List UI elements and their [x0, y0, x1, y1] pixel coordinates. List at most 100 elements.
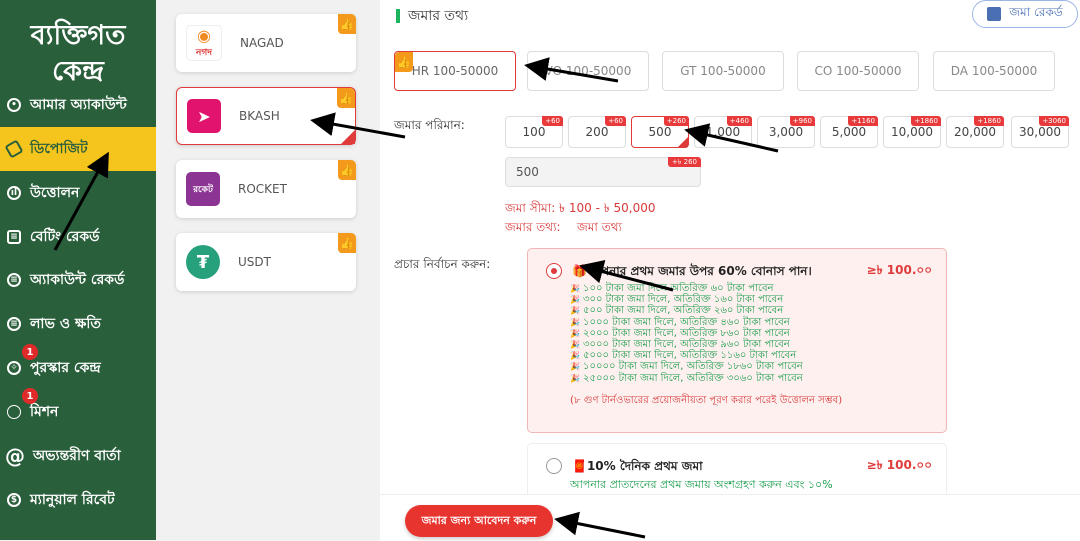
amount-input[interactable]: 500 +৳ 260: [505, 157, 701, 187]
amount-bonus-badge: +1860: [974, 116, 1004, 126]
notification-badge: 1: [22, 388, 38, 404]
promo-description: আপনার প্রাতদেনের প্রথম জমায় অংশগ্রহণ কর…: [570, 478, 833, 491]
sidebar-item-betting-record[interactable]: ≡ বেটিং রেকর্ড: [0, 215, 156, 259]
bkash-logo-icon: ➤: [187, 99, 221, 133]
deposit-info-value: জমা তথ্য: [577, 220, 622, 234]
amount-value: 10,000: [891, 125, 933, 139]
mission-icon: [7, 405, 21, 419]
selected-check-icon: [678, 137, 688, 147]
nagad-logo-text: নগদ: [196, 48, 212, 58]
deposit-icon: [4, 139, 24, 159]
payment-bkash[interactable]: ➤ BKASH 👍: [176, 87, 356, 145]
channel-co[interactable]: CO 100-50000: [797, 51, 919, 91]
channel-label: HR 100-50000: [411, 64, 499, 78]
deposit-record-button[interactable]: জমা রেকর্ড: [972, 0, 1078, 28]
promo-line: ৩০০০ টাকা জমা দিলে, অতিরিক্ত ৯৬০ টাকা পা…: [570, 339, 803, 350]
channel-da[interactable]: DA 100-50000: [933, 51, 1055, 91]
sidebar-item-reward-center[interactable]: ✧ পুরস্কার কেন্দ্র 1: [0, 344, 156, 390]
reward-icon: ✧: [7, 361, 21, 375]
sidebar-item-label: আমার অ্যাকাউন্ট: [30, 97, 127, 113]
promo-line: ৫০০ টাকা জমা দিলে, অতিরিক্ত ২৬০ টাকা পাব…: [570, 305, 803, 316]
amount-option[interactable]: 500 +260: [631, 116, 689, 148]
payment-rocket[interactable]: রকেট ROCKET 👍: [176, 160, 356, 218]
amount-bonus-badge: +1860: [911, 116, 941, 126]
sidebar-item-label: ম্যানুয়াল রিবেট: [30, 492, 115, 508]
channel-vo[interactable]: VO 100-50000: [527, 51, 649, 91]
amount-bonus-badge: +60: [542, 116, 563, 126]
channel-label: CO 100-50000: [814, 64, 902, 78]
sidebar-item-mission[interactable]: মিশন 1: [0, 388, 156, 434]
sidebar-item-label: অভ্যন্তরীণ বার্তা: [33, 448, 121, 464]
sidebar-item-label: পুরস্কার কেন্দ্র: [30, 360, 101, 376]
amount-option[interactable]: 30,000 +3060: [1011, 116, 1069, 148]
hot-icon: 👍: [337, 88, 355, 108]
promo-radio[interactable]: [546, 458, 562, 474]
sidebar-item-label: ডিপোজিট: [30, 141, 88, 157]
deposit-info-label: জমার তথ্য:: [505, 220, 561, 234]
channel-label: GT 100-50000: [680, 64, 766, 78]
sidebar-item-manual-rebate[interactable]: $ ম্যানুয়াল রিবেট: [0, 478, 156, 522]
section-title: জমার তথ্য: [408, 8, 469, 24]
promo-min-amount: ≥৳ 100.০০: [866, 458, 932, 472]
amount-value: 20,000: [954, 125, 996, 139]
hot-icon: 👍: [338, 160, 356, 180]
amount-input-bonus: +৳ 260: [668, 157, 701, 167]
promo-radio[interactable]: [546, 263, 562, 279]
notification-badge: 1: [22, 344, 38, 360]
promo-line: ১০০ টাকা জমা দিলে অতিরিক্ত ৬০ টাকা পাবেন: [570, 283, 803, 294]
amount-option[interactable]: 1,000 +460: [694, 116, 752, 148]
withdraw-icon: ıl: [7, 186, 21, 200]
amount-bonus-badge: +60: [605, 116, 626, 126]
amount-option[interactable]: 200 +60: [568, 116, 626, 148]
amount-option[interactable]: 100 +60: [505, 116, 563, 148]
channel-hr[interactable]: 👍 HR 100-50000: [394, 51, 516, 91]
amount-option[interactable]: 5,000 +1160: [820, 116, 878, 148]
sidebar: ব্যক্তিগত কেন্দ্র • আমার অ্যাকাউন্ট ডিপো…: [0, 0, 156, 540]
amount-bonus-badge: +3060: [1039, 116, 1069, 126]
payment-nagad[interactable]: ◉ নগদ NAGAD 👍: [176, 14, 356, 72]
sidebar-item-label: লাভ ও ক্ষতি: [30, 316, 101, 332]
amount-option[interactable]: 20,000 +1860: [946, 116, 1004, 148]
amount-value: 200: [585, 125, 609, 139]
promo-option-first-deposit[interactable]: 🎁আপনার প্রথম জমার উপর 60% বোনাস পান। ≥৳ …: [527, 248, 947, 433]
amount-label: জমার পরিমান:: [394, 118, 465, 132]
rebate-icon: $: [7, 493, 21, 507]
promo-line: ২৫০০০ টাকা জমা দিলে, অতিরিক্ত ৩০৬০ টাকা …: [570, 373, 803, 384]
sidebar-item-label: মিশন: [30, 404, 59, 420]
sidebar-item-label: উত্তোলন: [30, 185, 80, 201]
promo-note: (৮ গুণ টার্নওভারের প্রয়োজনীয়তা পূরণ কর…: [570, 395, 843, 406]
amount-value: 3,000: [768, 125, 804, 139]
promo-label: প্রচার নির্বাচন করুন:: [394, 257, 491, 271]
section-header: জমার তথ্য: [396, 4, 468, 28]
sidebar-item-deposit[interactable]: ডিপোজিট: [0, 127, 156, 171]
account-record-icon: ≡: [7, 273, 21, 287]
amount-input-value: 500: [516, 165, 539, 179]
sidebar-item-account-record[interactable]: ≡ অ্যাকাউন্ট রেকর্ড: [0, 258, 156, 302]
amount-value: 100: [522, 125, 546, 139]
sidebar-item-profit-loss[interactable]: ≡ লাভ ও ক্ষতি: [0, 302, 156, 346]
payment-name: USDT: [238, 255, 271, 269]
amount-value: 30,000: [1019, 125, 1061, 139]
submit-deposit-button[interactable]: জমার জন্য আবেদন করুন: [405, 505, 553, 537]
sidebar-item-withdraw[interactable]: ıl উত্তোলন: [0, 171, 156, 215]
sidebar-title: ব্যক্তিগত কেন্দ্র: [0, 0, 156, 88]
amount-option[interactable]: 3,000 +960: [757, 116, 815, 148]
channel-gt[interactable]: GT 100-50000: [662, 51, 784, 91]
account-icon: •: [7, 98, 21, 112]
channel-label: VO 100-50000: [544, 64, 632, 78]
payment-name: NAGAD: [240, 36, 284, 50]
betting-record-icon: ≡: [7, 230, 21, 244]
sidebar-item-account[interactable]: • আমার অ্যাকাউন্ট: [0, 83, 156, 127]
promo-line: ৫০০০ টাকা জমা দিলে, অতিরিক্ত ১১৬০ টাকা প…: [570, 350, 803, 361]
amount-value: 500: [648, 125, 672, 139]
hot-icon: 👍: [395, 52, 413, 72]
payment-usdt[interactable]: ₮ USDT 👍: [176, 233, 356, 291]
bottom-bar: জমার জন্য আবেদন করুন: [380, 494, 1080, 541]
section-marker: [396, 9, 400, 23]
amount-bonus-badge: +460: [726, 116, 752, 126]
selected-check-icon: [341, 130, 355, 144]
amount-option[interactable]: 10,000 +1860: [883, 116, 941, 148]
deposit-record-label: জমা রেকর্ড: [1009, 5, 1063, 19]
promo-title: 🎁আপনার প্রথম জমার উপর 60% বোনাস পান।: [572, 264, 812, 278]
sidebar-item-inbox[interactable]: @ অভ্যন্তরীণ বার্তা: [0, 434, 156, 478]
